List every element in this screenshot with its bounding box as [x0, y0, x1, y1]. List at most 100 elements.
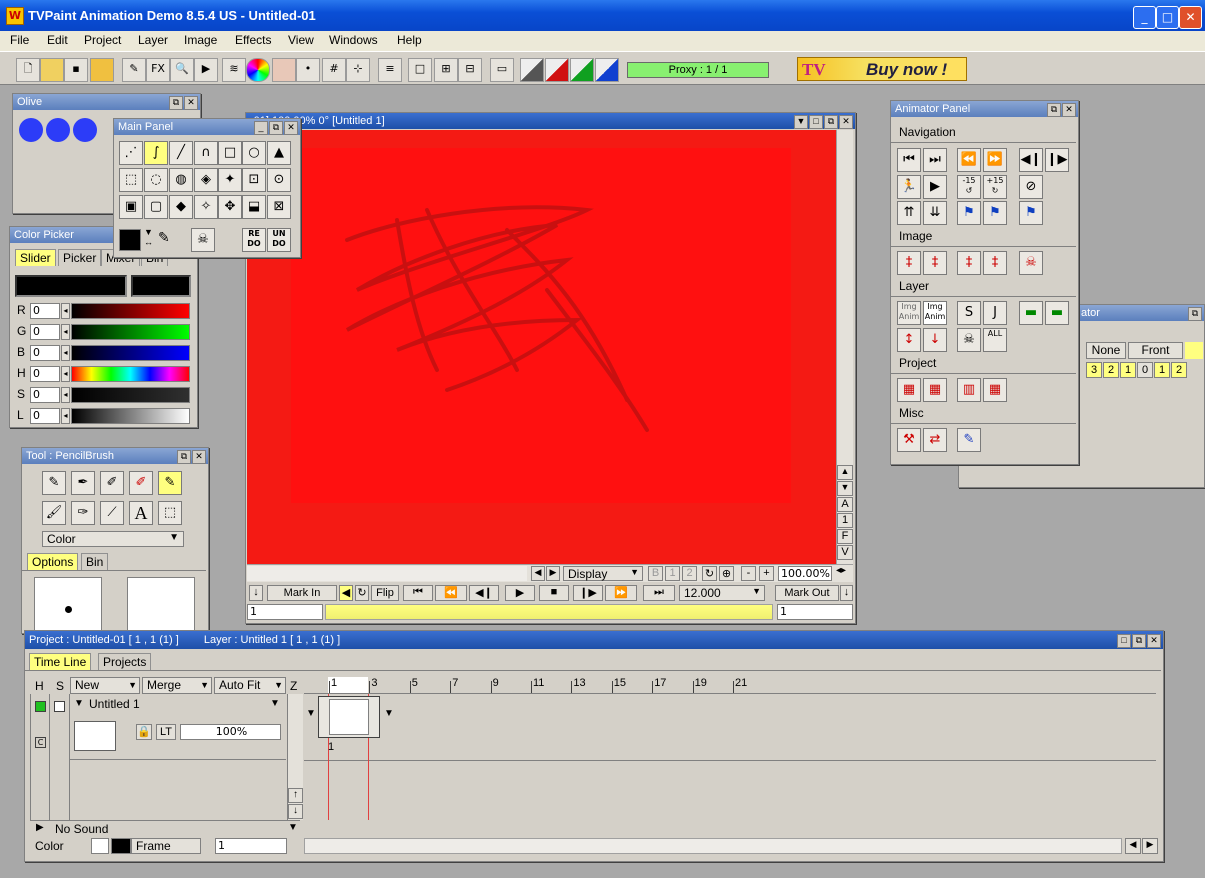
magic-wand-icon[interactable]: ✦	[218, 168, 242, 192]
b-button[interactable]: B	[648, 566, 663, 581]
red-brush-icon[interactable]: ✐	[129, 471, 153, 495]
green-channel-value[interactable]: 0	[30, 324, 60, 340]
text-tool-icon[interactable]: A	[129, 501, 153, 525]
minimize-icon[interactable]: _	[254, 121, 268, 135]
tab-bin[interactable]: Bin	[81, 553, 109, 570]
layer-expand-icon[interactable]: ▼	[74, 698, 84, 709]
merge-dropdown[interactable]: Merge ▼	[142, 677, 212, 694]
slider-arrow-icon[interactable]: ◂	[61, 345, 70, 361]
pencil-icon[interactable]: ✎	[42, 471, 66, 495]
black-color-swatch[interactable]	[111, 838, 131, 854]
new-layer-dropdown[interactable]: New ▼	[70, 677, 140, 694]
sound-icon[interactable]: ◀	[339, 585, 353, 601]
saturation-slider[interactable]	[71, 387, 190, 403]
lightness-channel-value[interactable]: 0	[30, 408, 60, 424]
scroll-down-icon[interactable]: ↓	[288, 804, 303, 819]
current-color-swatch[interactable]	[119, 229, 141, 251]
skull-clear-icon[interactable]: ☠	[191, 228, 215, 252]
block-round-icon[interactable]: ▢	[144, 195, 168, 219]
minimize-button[interactable]: _	[1133, 6, 1156, 29]
light-table-button[interactable]: LT	[156, 724, 176, 740]
step-forward-icon[interactable]: ❙▶	[1045, 148, 1069, 172]
none-button[interactable]: None	[1086, 342, 1126, 359]
marker-icon[interactable]: ✐	[100, 471, 124, 495]
red-slider[interactable]	[71, 303, 190, 319]
image-insert-icon[interactable]: ‡	[897, 251, 921, 275]
zoom-select-icon[interactable]: ⊙	[267, 168, 291, 192]
tab-projects[interactable]: Projects	[98, 653, 152, 670]
split-view-icon[interactable]: ⊟	[458, 58, 482, 82]
close-icon[interactable]: ✕	[184, 96, 198, 110]
red-channel-value[interactable]: 0	[30, 303, 60, 319]
menu-effects[interactable]: Effects	[235, 33, 271, 47]
move-icon[interactable]: ✥	[218, 195, 242, 219]
pen-blue-icon[interactable]: ✎	[957, 428, 981, 452]
step-back-icon[interactable]: ◀❙	[469, 585, 499, 601]
red-swatch-icon[interactable]	[545, 58, 569, 82]
menu-view[interactable]: View	[288, 33, 314, 47]
select-freehand-icon[interactable]: ◍	[169, 168, 193, 192]
save-icon[interactable]: ▪	[64, 58, 88, 82]
blue-dot-swatch[interactable]	[19, 118, 43, 142]
knife-icon[interactable]: ⟋	[100, 501, 124, 525]
blue-dot-swatch[interactable]	[73, 118, 97, 142]
first-frame-icon[interactable]: ⏮	[897, 148, 921, 172]
green-slider[interactable]	[71, 324, 190, 340]
scroll-up-icon[interactable]: ▲	[837, 465, 853, 480]
scroll-left-icon[interactable]: ◀	[531, 566, 545, 581]
scroll-left-icon[interactable]: ◀	[1125, 838, 1141, 854]
paintbrush-icon[interactable]: 🖌	[42, 501, 66, 525]
all-layers-button[interactable]: ALL	[983, 328, 1007, 352]
timeline-horizontal-scrollbar[interactable]	[304, 838, 1122, 854]
mark-2-button[interactable]: 2	[682, 566, 697, 581]
frame-range-slider[interactable]	[325, 604, 773, 620]
step-forward-icon[interactable]: ❙▶	[573, 585, 603, 601]
close-icon[interactable]: ✕	[839, 115, 853, 129]
zoom-icon[interactable]: 🔍	[170, 58, 194, 82]
fill-icon[interactable]: ▲	[267, 141, 291, 165]
layer-name[interactable]: Untitled 1	[89, 697, 140, 711]
saturation-channel-value[interactable]: 0	[30, 387, 60, 403]
slider-arrow-icon[interactable]: ◂	[61, 303, 70, 319]
scroll-right-icon[interactable]: ▶	[1142, 838, 1158, 854]
frame-down-icon[interactable]: ⇊	[923, 201, 947, 225]
layers-icon[interactable]: ≋	[222, 58, 246, 82]
circle-icon[interactable]: ○	[242, 141, 266, 165]
auto-fit-dropdown[interactable]: Auto Fit ▼	[214, 677, 286, 694]
airbrush-icon[interactable]: ✑	[71, 501, 95, 525]
display-select[interactable]: Display ▼	[563, 566, 643, 581]
opacity-field[interactable]: 100%	[180, 724, 281, 740]
project-icon-4[interactable]: ▦	[983, 378, 1007, 402]
side-button-v[interactable]: V	[837, 545, 853, 560]
restore-icon[interactable]: ⧉	[269, 121, 283, 135]
blue-slider[interactable]	[71, 345, 190, 361]
frame-number-field[interactable]: 1	[215, 838, 287, 854]
frame-ruler[interactable]: 1 3 5 7 9 11 13 15 17 19 21	[304, 677, 1156, 694]
tab-options[interactable]: Options	[27, 553, 79, 570]
side-button-a[interactable]: A	[837, 497, 853, 512]
menu-help[interactable]: Help	[397, 33, 422, 47]
block-icon[interactable]: ▣	[119, 195, 143, 219]
select-rect-icon[interactable]: ⬚	[119, 168, 143, 192]
chevron-down-icon[interactable]: ▼	[288, 822, 298, 833]
fx-button[interactable]: FX	[146, 58, 170, 82]
down-arrow-icon[interactable]: ↓	[840, 585, 853, 601]
menu-file[interactable]: File	[10, 33, 29, 47]
menu-layer[interactable]: Layer	[138, 33, 168, 47]
blue-flag-right-icon[interactable]: ⚑	[983, 201, 1007, 225]
color-group-button[interactable]: C	[35, 737, 46, 748]
layer-row[interactable]: ▼ Untitled 1 ▼ 🔒 LT 100%	[70, 694, 286, 760]
chevron-down-icon[interactable]: ▼	[270, 698, 280, 709]
hue-slider[interactable]	[71, 366, 190, 382]
onion-icon[interactable]: ⊘	[1019, 175, 1043, 199]
light-table-plus1[interactable]: 1	[1154, 362, 1170, 378]
transform-icon[interactable]: ⬓	[242, 195, 266, 219]
light-table-0[interactable]: 0	[1137, 362, 1153, 378]
stop-button[interactable]: ■	[539, 585, 569, 601]
zoom-field[interactable]: 100.00%	[778, 566, 832, 581]
project-icon-2[interactable]: ▦	[923, 378, 947, 402]
canvas-vertical-scrollbar[interactable]: ▲ ▼ A 1 F V	[836, 130, 853, 564]
img-anim-button[interactable]: Img Anim	[897, 301, 921, 325]
zoom-out-button[interactable]: -	[741, 566, 756, 581]
frame-up-icon[interactable]: ⇈	[897, 201, 921, 225]
